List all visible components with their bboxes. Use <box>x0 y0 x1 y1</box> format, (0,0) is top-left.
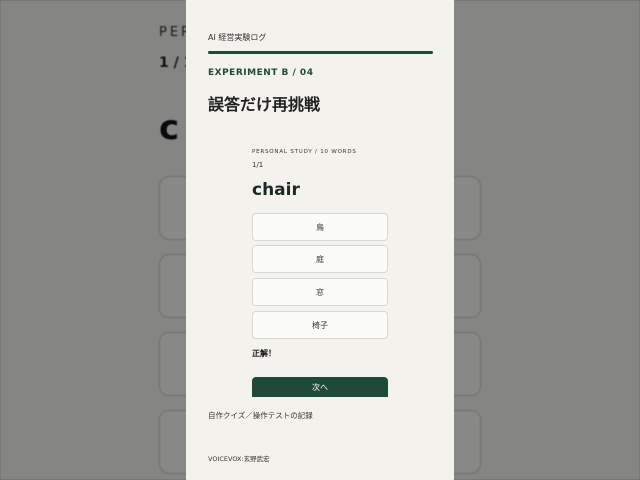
feedback-message: 正解！ <box>252 349 276 358</box>
page-title: 誤答だけ再挑戦 <box>208 95 321 114</box>
experiment-label: EXPERIMENT B / 04 <box>208 68 314 78</box>
quiz-card: AI 経営実験ログ EXPERIMENT B / 04 誤答だけ再挑戦 PERS… <box>186 0 454 480</box>
brand-label: AI 経営実験ログ <box>208 33 267 42</box>
answer-option-3[interactable]: 窓 <box>252 278 388 306</box>
footer-note: 自作クイズ／操作テストの記録 <box>208 411 313 420</box>
question-counter: 1/1 <box>252 161 264 169</box>
answer-option-4[interactable]: 椅子 <box>252 311 388 339</box>
answer-option-1[interactable]: 鳥 <box>252 213 388 241</box>
next-button[interactable]: 次へ <box>252 377 388 397</box>
answer-option-2[interactable]: 庭 <box>252 245 388 273</box>
header-rule <box>208 51 433 54</box>
study-label: PERSONAL STUDY / 10 WORDS <box>252 149 357 155</box>
voice-credit: VOICEVOX:玄野武宏 <box>208 455 270 463</box>
quiz-word: chair <box>252 180 300 200</box>
